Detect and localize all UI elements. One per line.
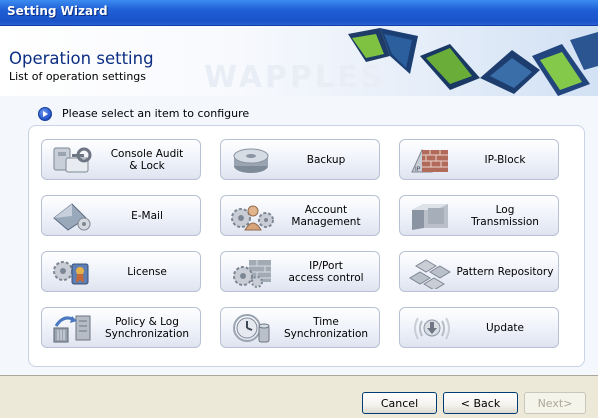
license-button[interactable]: License bbox=[41, 251, 201, 292]
title-bar: Setting Wizard bbox=[0, 0, 598, 26]
time-sync-button[interactable]: Time Synchronization bbox=[220, 307, 380, 348]
console-audit-icon bbox=[53, 147, 92, 173]
arrow-bullet-icon bbox=[38, 107, 52, 121]
email-button[interactable]: E-Mail bbox=[41, 195, 201, 236]
item-label: Account Management bbox=[291, 203, 361, 228]
svg-text:IP: IP bbox=[415, 166, 421, 173]
window-title: Setting Wizard bbox=[7, 4, 108, 18]
policy-log-sync-button[interactable]: Policy & Log Synchronization bbox=[41, 307, 201, 348]
ip-port-access-control-button[interactable]: IP/Port access control bbox=[220, 251, 380, 292]
item-label: Pattern Repository bbox=[456, 265, 554, 278]
time-sync-icon bbox=[233, 314, 270, 343]
item-label: E-Mail bbox=[131, 209, 163, 222]
header-banner: WAPPLES Operation setting List of operat… bbox=[0, 26, 598, 96]
content-area: Please select an item to configure Conso… bbox=[0, 96, 598, 375]
item-label: Console Audit & Lock bbox=[110, 147, 184, 172]
license-icon bbox=[53, 261, 89, 285]
item-label: Backup bbox=[306, 153, 346, 166]
update-icon bbox=[414, 317, 450, 340]
pattern-repository-button[interactable]: Pattern Repository bbox=[399, 251, 559, 292]
pattern-repository-icon bbox=[409, 259, 451, 289]
ip-block-button[interactable]: IP IP-Block bbox=[399, 139, 559, 180]
item-label: Update bbox=[485, 321, 525, 334]
page-title: Operation setting bbox=[9, 49, 154, 68]
account-management-button[interactable]: Account Management bbox=[220, 195, 380, 236]
item-label: IP-Block bbox=[484, 153, 526, 166]
backup-button[interactable]: Backup bbox=[220, 139, 380, 180]
instruction-text: Please select an item to configure bbox=[62, 107, 250, 120]
ip-block-wall-icon: IP bbox=[411, 148, 448, 173]
console-audit-lock-button[interactable]: Console Audit & Lock bbox=[41, 139, 201, 180]
item-label: License bbox=[127, 265, 167, 278]
backup-disk-icon bbox=[233, 148, 269, 173]
settings-panel: Console Audit & Lock Backup IP IP-Block … bbox=[28, 125, 585, 367]
item-label: Policy & Log Synchronization bbox=[104, 315, 190, 340]
log-transmission-icon bbox=[412, 204, 448, 230]
banner-graphic-icon bbox=[348, 28, 598, 96]
item-label: Time Synchronization bbox=[283, 315, 369, 340]
footer-bar: Cancel < Back Next> bbox=[0, 376, 598, 418]
item-label: IP/Port access control bbox=[288, 259, 364, 284]
update-button[interactable]: Update bbox=[399, 307, 559, 348]
item-label: Log Transmission bbox=[471, 203, 539, 228]
ip-port-gears-icon bbox=[233, 260, 271, 288]
cancel-button[interactable]: Cancel bbox=[362, 392, 437, 414]
email-icon bbox=[53, 203, 91, 231]
log-transmission-button[interactable]: Log Transmission bbox=[399, 195, 559, 236]
policy-sync-icon bbox=[53, 315, 91, 343]
account-gears-icon bbox=[231, 205, 274, 231]
next-button[interactable]: Next> bbox=[524, 392, 586, 414]
back-button[interactable]: < Back bbox=[443, 392, 518, 414]
page-subtitle: List of operation settings bbox=[9, 70, 147, 83]
